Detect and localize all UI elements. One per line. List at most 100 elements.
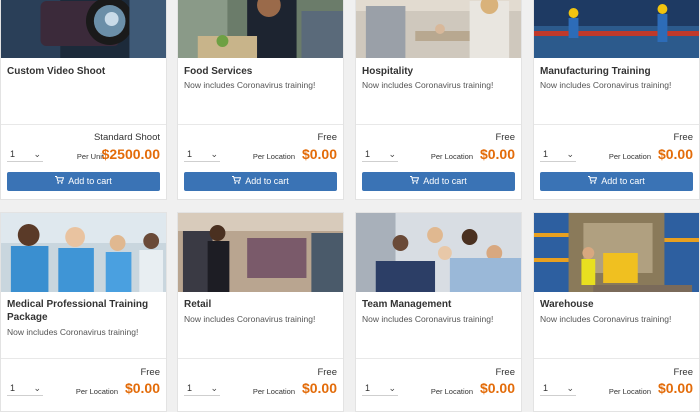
chevron-down-icon: ⌄ [210, 149, 218, 159]
chevron-down-icon: ⌄ [388, 383, 396, 393]
quantity-value: 1 [187, 149, 193, 159]
add-to-cart-button[interactable]: Add to cart [7, 172, 160, 191]
product-price: $0.00 [301, 380, 337, 396]
cart-icon [55, 172, 65, 191]
add-to-cart-button[interactable]: Add to cart [540, 172, 693, 191]
product-price: $0.00 [657, 146, 693, 162]
chevron-down-icon: ⌄ [33, 149, 41, 159]
add-to-cart-button[interactable]: Add to cart [362, 172, 515, 191]
product-price: $0.00 [657, 380, 693, 396]
product-subtitle: Now includes Coronavirus training! [184, 80, 316, 90]
quantity-select[interactable]: 1 ⌄ [184, 147, 220, 162]
add-to-cart-button[interactable]: Add to cart [184, 172, 337, 191]
product-subtitle: Now includes Coronavirus training! [362, 80, 494, 90]
product-title: Manufacturing Training [540, 66, 651, 77]
product-grid: Custom Video Shoot Standard Shoot 1 ⌄ Pe… [0, 0, 700, 412]
product-card-warehouse: Warehouse Now includes Coronavirus train… [533, 212, 700, 412]
per-label: Per Location [430, 152, 473, 161]
quantity-select[interactable]: 1 ⌄ [362, 381, 398, 396]
add-to-cart-label: Add to cart [245, 176, 289, 186]
product-price: $0.00 [479, 146, 515, 162]
quantity-value: 1 [543, 149, 549, 159]
product-subtitle: Now includes Coronavirus training! [7, 327, 139, 337]
chevron-down-icon: ⌄ [566, 383, 574, 393]
price-type: Free [495, 132, 515, 143]
product-subtitle: Now includes Coronavirus training! [540, 314, 672, 324]
add-to-cart-label: Add to cart [423, 176, 467, 186]
quantity-select[interactable]: 1 ⌄ [540, 147, 576, 162]
product-card-food-services: Food Services Now includes Coronavirus t… [177, 0, 344, 200]
product-card-retail: Retail Now includes Coronavirus training… [177, 212, 344, 412]
product-title: Food Services [184, 66, 253, 77]
per-label: Per Unit [76, 152, 104, 161]
per-label: Per Location [608, 387, 651, 396]
add-to-cart-label: Add to cart [601, 176, 645, 186]
product-price: $0.00 [124, 380, 160, 396]
cart-icon [410, 172, 420, 191]
price-type: Free [673, 132, 693, 143]
product-card-manufacturing-training: Manufacturing Training Now includes Coro… [533, 0, 700, 200]
price-type: Free [673, 367, 693, 378]
product-price: $0.00 [479, 380, 515, 396]
quantity-select[interactable]: 1 ⌄ [184, 381, 220, 396]
divider [1, 124, 166, 125]
product-price: $2500.00 [101, 146, 160, 162]
product-title: Warehouse [540, 299, 594, 310]
product-card-hospitality: Hospitality Now includes Coronavirus tra… [355, 0, 522, 200]
product-card-medical-professional: Medical Professional Training Package No… [0, 212, 167, 412]
product-card-team-management: Team Management Now includes Coronavirus… [355, 212, 522, 412]
add-to-cart-label: Add to cart [68, 176, 112, 186]
quantity-select[interactable]: 1 ⌄ [7, 147, 43, 162]
divider [178, 124, 343, 125]
product-title: Retail [184, 299, 212, 310]
per-label: Per Location [608, 152, 651, 161]
divider [356, 358, 521, 359]
product-image-team-huddle[interactable] [356, 213, 521, 292]
price-type: Standard Shoot [93, 132, 160, 143]
product-image-warehouse-forklift[interactable] [534, 213, 699, 292]
price-type: Free [317, 132, 337, 143]
chevron-down-icon: ⌄ [566, 149, 574, 159]
cart-icon [232, 172, 242, 191]
chevron-down-icon: ⌄ [210, 383, 218, 393]
divider [178, 358, 343, 359]
product-subtitle: Now includes Coronavirus training! [362, 314, 494, 324]
product-title: Team Management [362, 299, 452, 310]
quantity-value: 1 [365, 383, 371, 393]
quantity-select[interactable]: 1 ⌄ [362, 147, 398, 162]
product-title: Hospitality [362, 66, 414, 77]
quantity-select[interactable]: 1 ⌄ [540, 381, 576, 396]
divider [534, 124, 699, 125]
price-type: Free [495, 367, 515, 378]
per-label: Per Location [252, 152, 295, 161]
quantity-value: 1 [10, 383, 16, 393]
divider [534, 358, 699, 359]
per-label: Per Location [75, 387, 118, 396]
quantity-value: 1 [365, 149, 371, 159]
chevron-down-icon: ⌄ [388, 149, 396, 159]
quantity-value: 1 [187, 383, 193, 393]
product-card-custom-video-shoot: Custom Video Shoot Standard Shoot 1 ⌄ Pe… [0, 0, 167, 200]
product-subtitle: Now includes Coronavirus training! [184, 314, 316, 324]
chevron-down-icon: ⌄ [33, 383, 41, 393]
per-label: Per Location [252, 387, 295, 396]
quantity-value: 1 [543, 383, 549, 393]
divider [1, 358, 166, 359]
product-image-chef-kitchen[interactable] [178, 0, 343, 58]
price-type: Free [317, 367, 337, 378]
quantity-value: 1 [10, 149, 16, 159]
product-title: Medical Professional Training Package [7, 299, 149, 323]
product-image-medical-staff[interactable] [1, 213, 166, 292]
per-label: Per Location [430, 387, 473, 396]
product-title: Custom Video Shoot [7, 66, 106, 77]
product-image-handshake-lobby[interactable] [356, 0, 521, 58]
price-type: Free [140, 367, 160, 378]
divider [356, 124, 521, 125]
product-subtitle: Now includes Coronavirus training! [540, 80, 672, 90]
quantity-select[interactable]: 1 ⌄ [7, 381, 43, 396]
product-image-video-camera[interactable] [1, 0, 166, 58]
cart-icon [588, 172, 598, 191]
product-image-factory-workers[interactable] [534, 0, 699, 58]
product-image-clothing-store[interactable] [178, 213, 343, 292]
product-price: $0.00 [301, 146, 337, 162]
